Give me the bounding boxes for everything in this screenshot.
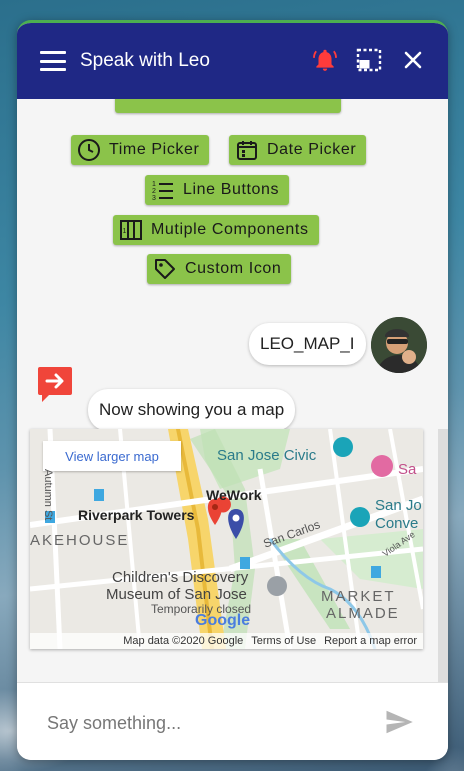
header-actions (312, 47, 426, 73)
svg-text:1: 1 (123, 228, 128, 235)
view-larger-map-link[interactable]: View larger map (43, 441, 181, 471)
map-label-almade: ALMADE (326, 605, 400, 622)
chat-title: Speak with Leo (80, 50, 210, 71)
map-label-kehouse: AKEHOUSE (30, 532, 130, 549)
user-message-text: LEO_MAP_I (260, 334, 355, 353)
google-logo: Google (195, 612, 251, 629)
user-message-bubble: LEO_MAP_I (249, 323, 366, 365)
date-picker-label: Date Picker (267, 141, 357, 158)
calendar-icon (235, 138, 259, 162)
bell-icon[interactable] (312, 47, 338, 73)
line-buttons-label: Line Buttons (183, 181, 280, 198)
bot-message-bubble: Now showing you a map (88, 389, 296, 431)
custom-icon-label: Custom Icon (185, 260, 282, 277)
map-label-autumn: Autumn St (42, 469, 54, 521)
map-label-riverpark: Riverpark Towers (78, 507, 195, 523)
tag-icon (153, 257, 177, 281)
user-avatar (371, 317, 427, 373)
hidden-option-button[interactable] (115, 99, 341, 113)
map-data-credit: Map data ©2020 Google (123, 635, 244, 647)
map-label-wework: WeWork (206, 487, 262, 503)
message-input[interactable] (45, 707, 349, 739)
svg-text:2: 2 (152, 188, 157, 195)
send-icon[interactable] (383, 707, 415, 737)
list-icon: 123 (151, 178, 175, 202)
map-terms-link[interactable]: Terms of Use (251, 635, 316, 647)
components-icon: 1 (119, 218, 143, 242)
chat-widget: Speak with Leo Time Picker Date Picker 1… (17, 20, 448, 760)
map-label-museum-2: Museum of San Jose (106, 586, 247, 603)
bot-message-text: Now showing you a map (99, 400, 285, 419)
svg-text:1: 1 (152, 181, 157, 188)
map-label-sanjo: San Jo (375, 497, 422, 514)
chat-scrollbar[interactable] (438, 429, 448, 682)
clock-icon (77, 138, 101, 162)
chat-header: Speak with Leo (17, 23, 448, 99)
minimize-window-icon[interactable] (356, 47, 382, 73)
message-composer (17, 682, 448, 760)
embedded-map[interactable]: View larger map San Jose Civic Sa WeWork… (30, 429, 423, 649)
map-label-museum-1: Children's Discovery (112, 569, 249, 586)
message-list: Time Picker Date Picker 123 Line Buttons… (17, 99, 448, 682)
map-label-sa: Sa (398, 461, 417, 478)
svg-text:3: 3 (152, 195, 157, 202)
bot-avatar-icon (37, 365, 73, 403)
line-buttons-button[interactable]: 123 Line Buttons (145, 175, 290, 205)
date-picker-button[interactable]: Date Picker (229, 135, 367, 165)
menu-icon[interactable] (40, 51, 66, 71)
time-picker-label: Time Picker (109, 141, 200, 158)
map-footer: Map data ©2020 Google Terms of Use Repor… (30, 633, 423, 649)
map-label-conve: Conve (375, 515, 419, 532)
map-report-link[interactable]: Report a map error (324, 635, 417, 647)
time-picker-button[interactable]: Time Picker (71, 135, 210, 165)
map-label-civic: San Jose Civic (217, 447, 317, 464)
custom-icon-button[interactable]: Custom Icon (147, 254, 292, 284)
map-label-market: MARKET (321, 588, 396, 605)
close-icon[interactable] (400, 47, 426, 73)
multiple-components-label: Mutiple Components (151, 221, 309, 238)
multiple-components-button[interactable]: 1 Mutiple Components (113, 215, 319, 245)
